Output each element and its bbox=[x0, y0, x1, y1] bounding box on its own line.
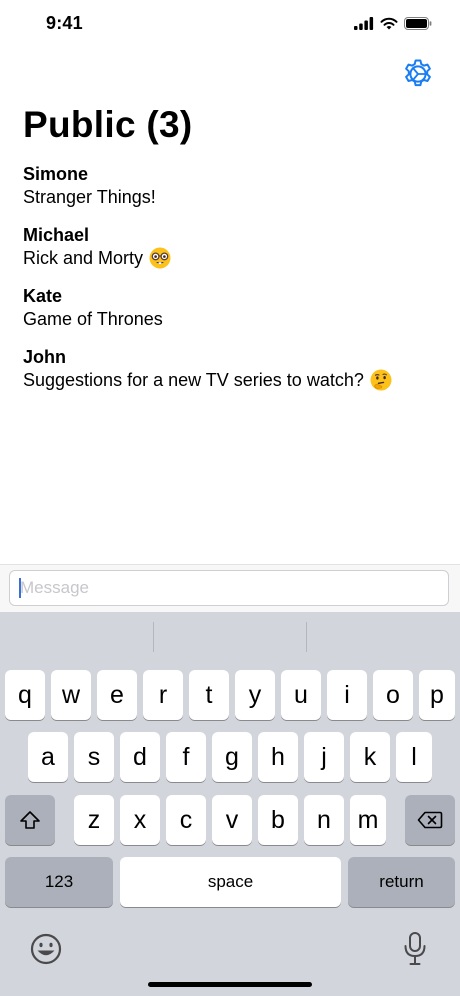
message-text: Game of Thrones bbox=[23, 309, 163, 329]
key-d[interactable]: d bbox=[120, 732, 160, 782]
shift-key[interactable] bbox=[5, 795, 55, 845]
status-icons bbox=[354, 17, 432, 30]
key-c[interactable]: c bbox=[166, 795, 206, 845]
keyboard: q w e r t y u i o p a s d f g h j k l z … bbox=[0, 612, 460, 996]
key-y[interactable]: y bbox=[235, 670, 275, 720]
message-text-row: Game of Thrones bbox=[23, 308, 443, 330]
key-v[interactable]: v bbox=[212, 795, 252, 845]
message-author: Kate bbox=[23, 286, 63, 306]
key-x[interactable]: x bbox=[120, 795, 160, 845]
microphone-icon[interactable] bbox=[402, 931, 428, 967]
nerd-face-emoji-icon bbox=[149, 247, 171, 269]
message-composer bbox=[0, 564, 460, 613]
key-h[interactable]: h bbox=[258, 732, 298, 782]
battery-icon bbox=[404, 17, 432, 30]
key-o[interactable]: o bbox=[373, 670, 413, 720]
return-key[interactable]: return bbox=[348, 857, 455, 907]
page-title: Public (3) bbox=[23, 104, 193, 145]
key-u[interactable]: u bbox=[281, 670, 321, 720]
key-z[interactable]: z bbox=[74, 795, 114, 845]
key-n[interactable]: n bbox=[304, 795, 344, 845]
message-author: Simone bbox=[23, 164, 89, 184]
message-text: Stranger Things! bbox=[23, 187, 156, 207]
key-t[interactable]: t bbox=[189, 670, 229, 720]
message-text-row: Stranger Things! bbox=[23, 186, 443, 208]
key-j[interactable]: j bbox=[304, 732, 344, 782]
message-item: Kate Game of Thrones bbox=[23, 284, 443, 345]
space-key[interactable]: space bbox=[120, 857, 341, 907]
key-p[interactable]: p bbox=[419, 670, 455, 720]
key-r[interactable]: r bbox=[143, 670, 183, 720]
key-i[interactable]: i bbox=[327, 670, 367, 720]
message-author: John bbox=[23, 347, 66, 367]
backspace-icon bbox=[417, 811, 443, 829]
key-l[interactable]: l bbox=[396, 732, 432, 782]
thinking-face-emoji-icon bbox=[370, 369, 392, 391]
key-w[interactable]: w bbox=[51, 670, 91, 720]
key-b[interactable]: b bbox=[258, 795, 298, 845]
message-author: Michael bbox=[23, 225, 90, 245]
prediction-divider bbox=[153, 622, 154, 652]
key-g[interactable]: g bbox=[212, 732, 252, 782]
message-item: John Suggestions for a new TV series to … bbox=[23, 345, 443, 406]
message-list: Simone Stranger Things! Michael Rick and… bbox=[23, 162, 443, 406]
key-f[interactable]: f bbox=[166, 732, 206, 782]
message-text-row: Rick and Morty bbox=[23, 247, 443, 269]
message-item: Simone Stranger Things! bbox=[23, 162, 443, 223]
wifi-icon bbox=[380, 17, 398, 30]
numbers-key[interactable]: 123 bbox=[5, 857, 113, 907]
message-text: Suggestions for a new TV series to watch… bbox=[23, 370, 364, 390]
home-indicator bbox=[148, 982, 312, 987]
key-k[interactable]: k bbox=[350, 732, 390, 782]
key-a[interactable]: a bbox=[28, 732, 68, 782]
delete-key[interactable] bbox=[405, 795, 455, 845]
key-s[interactable]: s bbox=[74, 732, 114, 782]
prediction-divider bbox=[306, 622, 307, 652]
message-text-row: Suggestions for a new TV series to watch… bbox=[23, 369, 443, 391]
status-time: 9:41 bbox=[46, 13, 83, 33]
cellular-signal-icon bbox=[354, 17, 374, 30]
message-input[interactable] bbox=[9, 570, 449, 606]
key-q[interactable]: q bbox=[5, 670, 45, 720]
emoji-keyboard-icon[interactable] bbox=[28, 931, 64, 967]
key-m[interactable]: m bbox=[350, 795, 386, 845]
message-item: Michael Rick and Morty bbox=[23, 223, 443, 284]
settings-gear-icon[interactable] bbox=[402, 58, 434, 90]
message-text: Rick and Morty bbox=[23, 248, 144, 268]
text-cursor bbox=[19, 578, 21, 598]
key-e[interactable]: e bbox=[97, 670, 137, 720]
shift-icon bbox=[20, 811, 40, 829]
status-bar: 9:41 bbox=[0, 0, 460, 50]
